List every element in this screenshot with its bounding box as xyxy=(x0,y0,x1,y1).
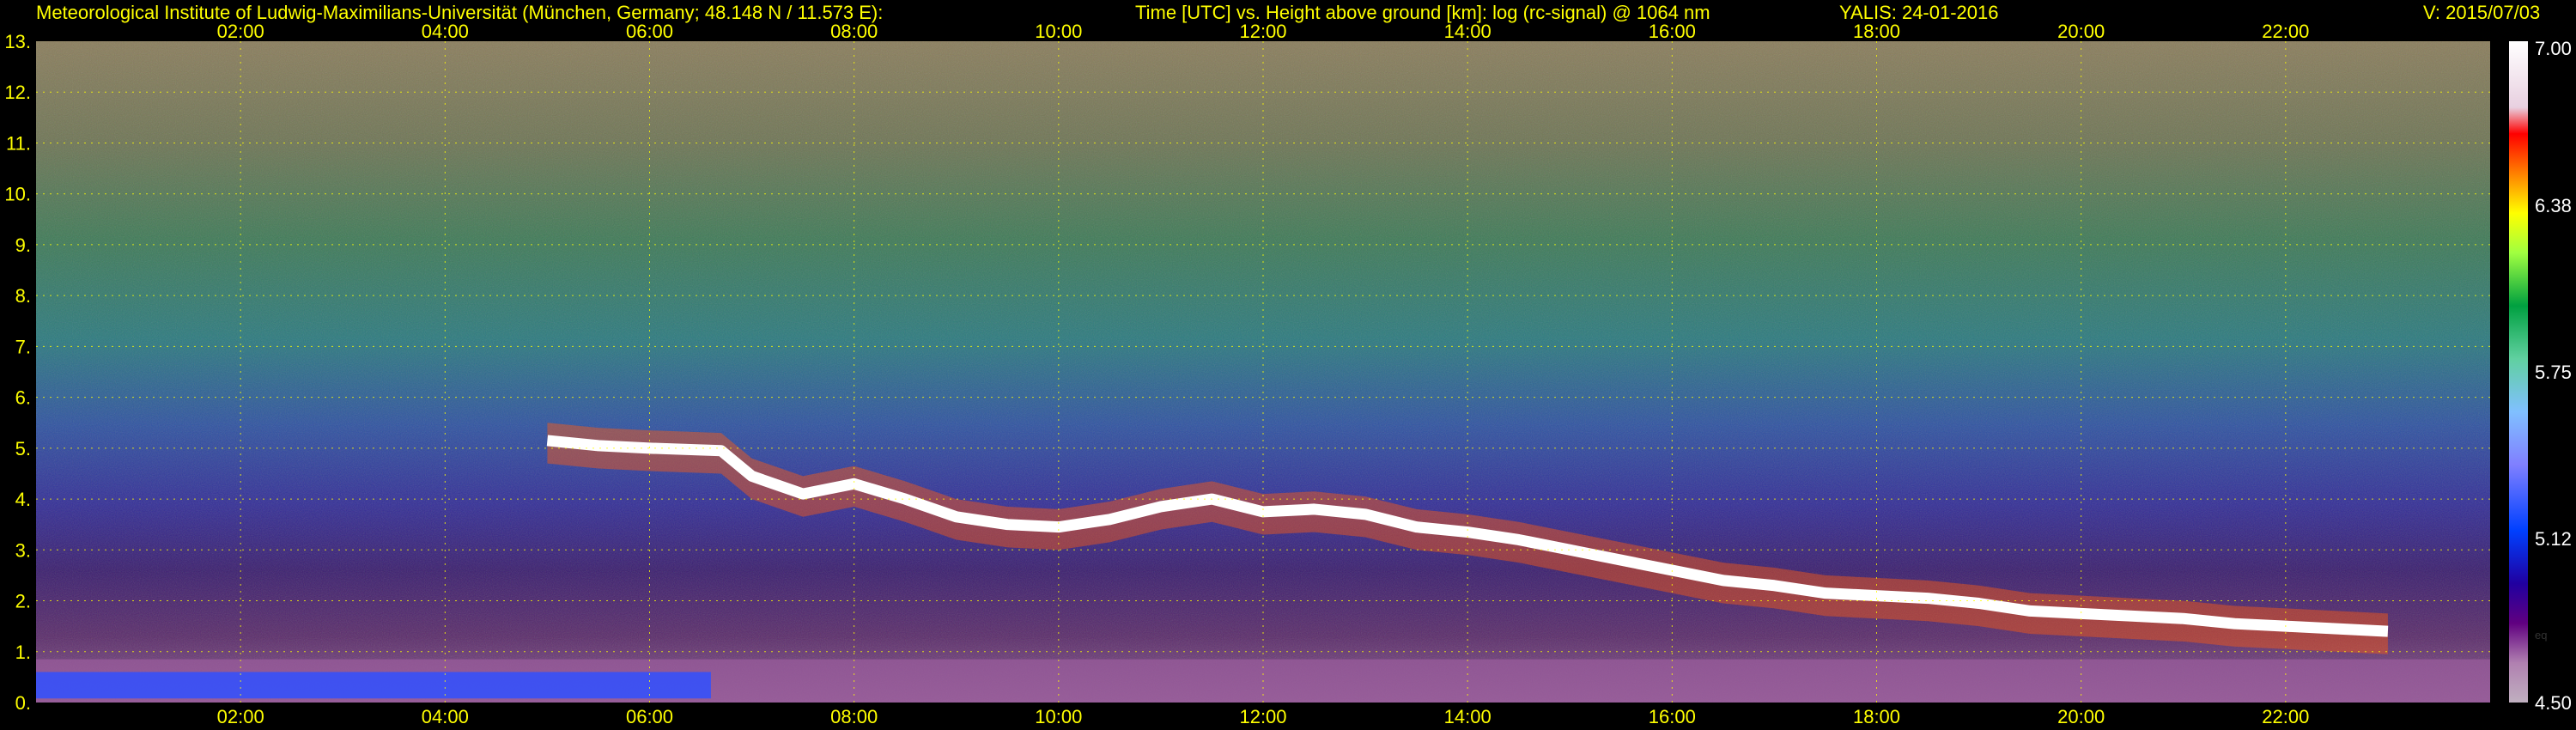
y-tick-label: 2. xyxy=(15,591,31,612)
y-tick-label: 13. xyxy=(4,31,31,52)
colorbar-note: eq xyxy=(2535,629,2547,642)
x-tick-label-top: 16:00 xyxy=(1649,21,1696,42)
x-tick-label: 20:00 xyxy=(2057,706,2105,727)
x-tick-label: 16:00 xyxy=(1649,706,1696,727)
x-tick-label-top: 22:00 xyxy=(2262,21,2309,42)
colorbar-tick-label: 7.00 xyxy=(2535,38,2572,59)
x-tick-label-top: 08:00 xyxy=(830,21,878,42)
x-tick-label-top: 02:00 xyxy=(217,21,264,42)
y-tick-label: 10. xyxy=(4,184,31,205)
y-tick-label: 1. xyxy=(15,642,31,663)
lidar-heatmap-chart: 02:00 04:00 06:00 08:00 10:00 12:00 14:00 16:00… xyxy=(4,21,2572,727)
y-tick-label: 12. xyxy=(4,82,31,103)
colorbar-tick-label: 5.75 xyxy=(2535,362,2572,383)
y-tick-label: 7. xyxy=(15,336,31,357)
x-tick-label-top: 06:00 xyxy=(626,21,673,42)
x-tick-label: 22:00 xyxy=(2262,706,2309,727)
x-tick-label-top: 20:00 xyxy=(2057,21,2105,42)
y-tick-label: 3. xyxy=(15,539,31,561)
x-tick-label-top: 04:00 xyxy=(422,21,469,42)
y-tick-label: 8. xyxy=(15,285,31,307)
colorbar-tick-label: 4.50 xyxy=(2535,692,2572,714)
x-tick-label: 10:00 xyxy=(1035,706,1082,727)
low-aerosol-band xyxy=(36,672,711,699)
y-tick-label: 5. xyxy=(15,438,31,459)
x-tick-label-top: 10:00 xyxy=(1035,21,1082,42)
x-tick-label-top: 18:00 xyxy=(1853,21,1900,42)
y-tick-label: 11. xyxy=(6,132,31,154)
x-tick-label-top: 12:00 xyxy=(1239,21,1286,42)
x-tick-label: 04:00 xyxy=(422,706,469,727)
x-tick-label-top: 14:00 xyxy=(1444,21,1492,42)
y-tick-label: 4. xyxy=(15,489,31,510)
colorbar-tick-label: 6.38 xyxy=(2535,195,2572,216)
x-tick-label: 06:00 xyxy=(626,706,673,727)
x-tick-label: 02:00 xyxy=(217,706,264,727)
x-tick-label: 08:00 xyxy=(830,706,878,727)
x-tick-label: 14:00 xyxy=(1444,706,1492,727)
x-tick-label: 12:00 xyxy=(1239,706,1286,727)
y-tick-label: 9. xyxy=(15,234,31,256)
x-tick-label: 18:00 xyxy=(1853,706,1900,727)
y-tick-label: 6. xyxy=(15,387,31,409)
colorbar xyxy=(2509,41,2528,703)
colorbar-tick-label: 5.12 xyxy=(2535,528,2572,550)
y-tick-label: 0. xyxy=(15,692,31,714)
